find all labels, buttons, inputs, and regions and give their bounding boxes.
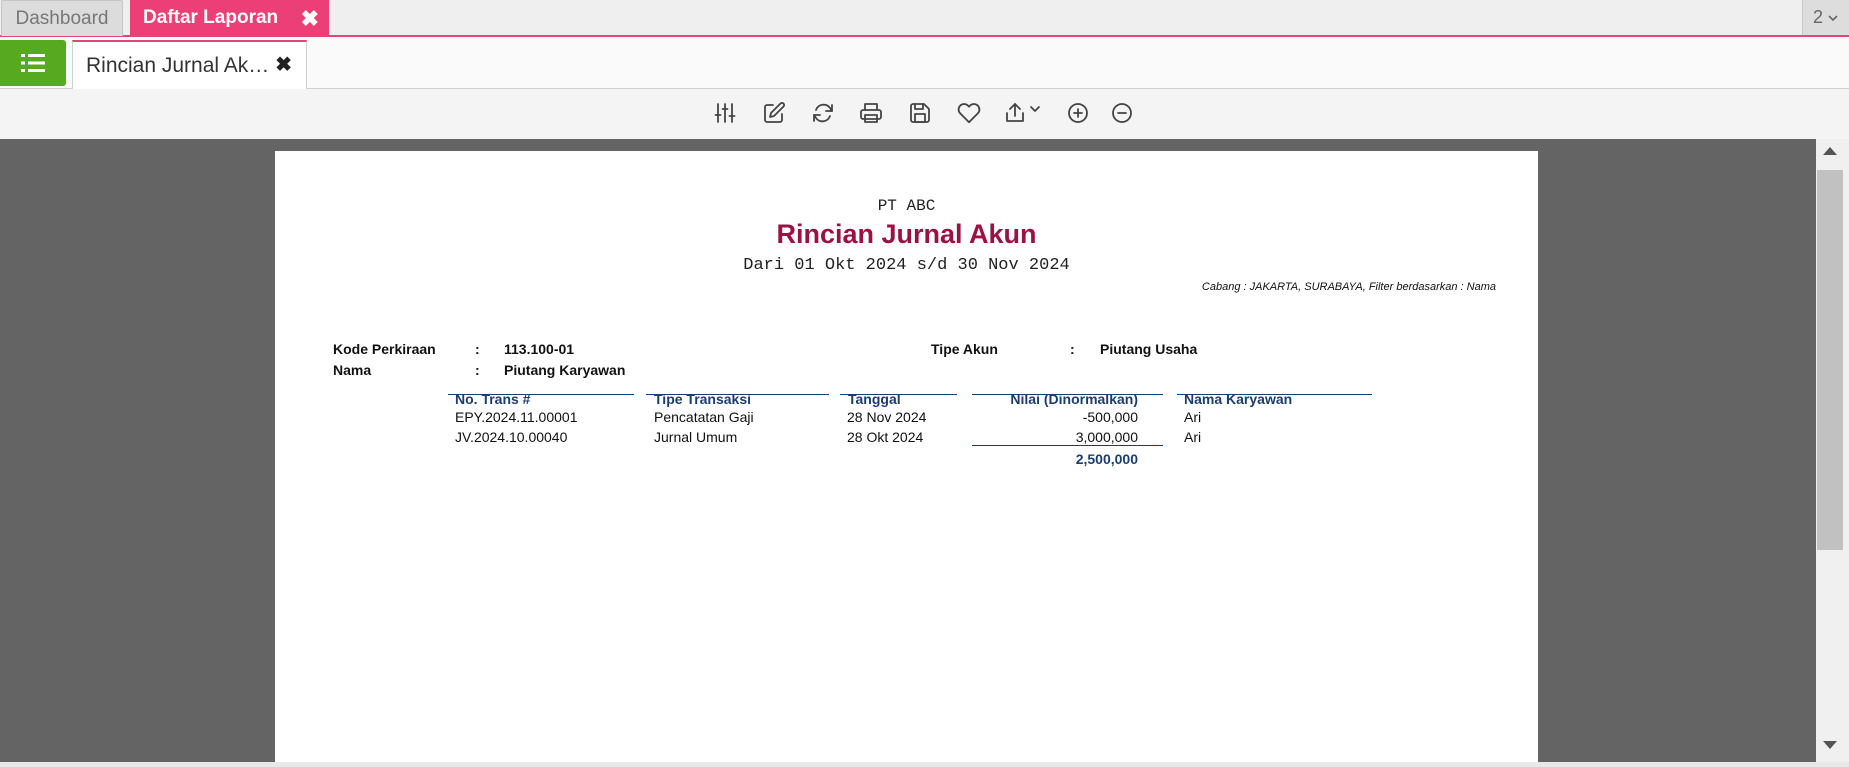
edit-icon[interactable] [761,100,787,126]
zoom-in-icon[interactable] [1065,100,1091,126]
scroll-up-icon[interactable] [1823,147,1837,155]
report-toolbar [0,90,1849,138]
tab-daftar-laporan-label: Daftar Laporan [143,7,279,28]
total-nilai: 2,500,000 [1075,451,1138,467]
close-icon[interactable]: ✖ [275,52,292,77]
tipe-akun-label: Tipe Akun [931,341,998,357]
company-name: PT ABC [877,197,936,215]
zoom-out-icon[interactable] [1109,100,1135,126]
refresh-icon[interactable] [810,100,836,126]
tab-dashboard-label: Dashboard [15,7,109,29]
tab-rincian-jurnal-akun[interactable]: Rincian Jurnal Ak… ✖ [72,40,307,89]
tab-rincian-label: Rincian Jurnal Ak… [86,53,270,77]
nama-colon: : [475,362,480,378]
row-1-tanggal: 28 Nov 2024 [847,409,927,425]
header-underline [1177,394,1372,395]
bottom-edge [0,762,1849,767]
favorite-icon[interactable] [956,100,982,126]
row-1-tipe: Pencatatan Gaji [654,409,754,425]
scrollbar-thumb[interactable] [1817,170,1843,550]
vertical-scrollbar[interactable] [1816,139,1849,767]
open-tabs-count: 2 [1812,7,1823,27]
header-underline [840,394,957,395]
chevron-down-icon [1828,14,1838,21]
total-separator [972,445,1163,446]
report-period: Dari 01 Okt 2024 s/d 30 Nov 2024 [743,256,1070,275]
nama-label: Nama [333,362,372,378]
save-icon[interactable] [907,100,933,126]
top-tab-bar: Dashboard Daftar Laporan ✖ 2 [0,0,1849,37]
row-1-nama: Ari [1184,409,1202,425]
row-1-nilai: -500,000 [1082,409,1138,425]
row-2-tipe: Jurnal Umum [654,429,738,445]
close-icon[interactable]: ✖ [301,6,319,32]
row-2-no-trans: JV.2024.10.00040 [455,429,568,445]
list-menu-icon [21,54,45,72]
header-underline [972,394,1163,395]
report-page: PT ABC Rincian Jurnal Akun Dari 01 Okt 2… [275,151,1538,767]
filter-info: Cabang : JAKARTA, SURABAYA, Filter berda… [1201,281,1496,293]
tipe-akun-value: Piutang Usaha [1100,341,1198,357]
header-underline [646,394,829,395]
report-tab-bar: Rincian Jurnal Ak… ✖ [0,37,1849,89]
menu-button[interactable] [0,40,66,86]
tipe-colon: : [1070,341,1075,357]
row-2-tanggal: 28 Okt 2024 [847,429,924,445]
row-2-nilai: 3,000,000 [1075,429,1138,445]
kode-perkiraan-label: Kode Perkiraan [333,341,436,357]
header-underline [448,394,634,395]
print-icon[interactable] [858,100,884,126]
row-2-nama: Ari [1184,429,1202,445]
tab-dashboard[interactable]: Dashboard [1,0,123,36]
open-tabs-dropdown[interactable]: 2 [1802,0,1849,35]
report-title: Rincian Jurnal Akun [776,219,1037,249]
scroll-down-icon[interactable] [1823,741,1837,749]
row-1-no-trans: EPY.2024.11.00001 [455,409,578,425]
chevron-down-icon [1030,106,1040,112]
sliders-icon[interactable] [712,100,738,126]
kode-colon: : [475,341,480,357]
nama-value: Piutang Karyawan [504,362,626,378]
export-icon[interactable] [1003,100,1049,126]
report-viewer[interactable]: PT ABC Rincian Jurnal Akun Dari 01 Okt 2… [0,139,1816,767]
tab-daftar-laporan[interactable]: Daftar Laporan ✖ [130,0,329,36]
kode-perkiraan-value: 113.100-01 [504,341,575,357]
